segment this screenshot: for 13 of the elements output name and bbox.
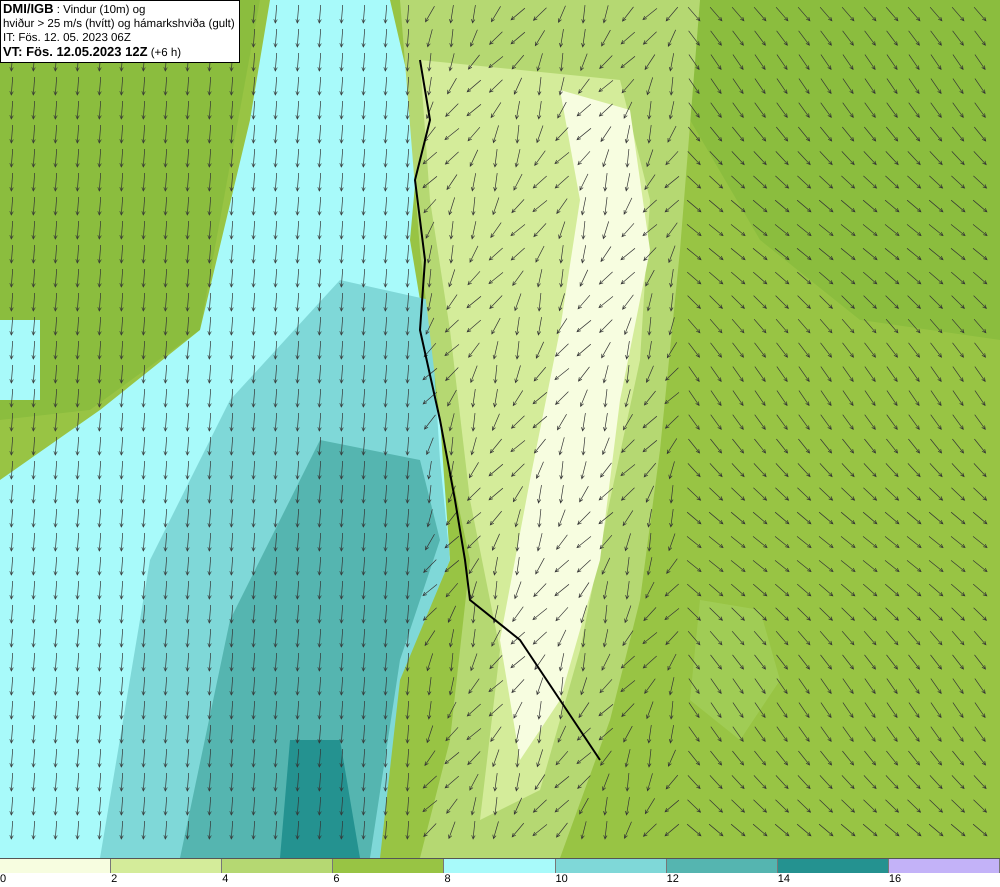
legend-tick-label: 2 [111, 873, 118, 885]
title-text: DMI/IGB : Vindur (10m) og [3, 2, 146, 17]
legend-tick-label: 4 [222, 873, 228, 885]
title-text: VT: Fös. 12.05.2023 12Z (+6 h) [3, 45, 182, 60]
legend-tick-label: 16 [888, 873, 902, 885]
title-text: hviður > 25 m/s (hvítt) og hámarkshviða (gult) [3, 17, 235, 31]
legend-tick-label: 12 [666, 873, 679, 885]
legend-tick-label: 10 [556, 873, 568, 885]
title-text: IT: Fös. 12. 05. 2023 06Z [3, 31, 132, 45]
legend-tick-label: 14 [778, 873, 790, 885]
legend-tick-label: 8 [444, 873, 451, 885]
legend-tick-label: 0 [0, 873, 6, 885]
legend-tick-label: 6 [333, 873, 340, 885]
